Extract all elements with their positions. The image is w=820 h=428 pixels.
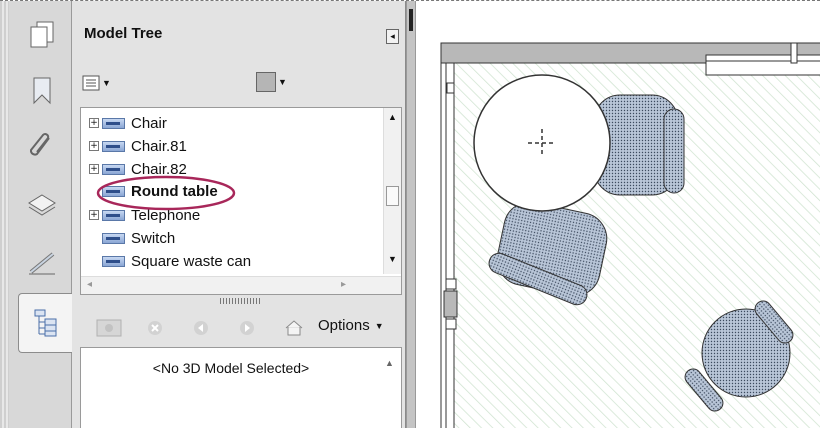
model-tree-icon[interactable]	[18, 293, 73, 353]
options-label: Options	[318, 317, 370, 334]
chevron-down-icon: ▼	[278, 77, 287, 87]
forward-icon[interactable]	[238, 319, 256, 337]
status-text: <No 3D Model Selected>	[152, 360, 310, 376]
navigation-rail	[0, 1, 73, 428]
tree-item-switch[interactable]: Switch	[102, 227, 175, 249]
pages-icon[interactable]	[20, 13, 64, 57]
tree-item-chair-81[interactable]: + Chair.81	[89, 135, 187, 157]
floor-plan-canvas[interactable]	[416, 1, 820, 428]
expand-icon[interactable]: +	[89, 141, 99, 151]
home-icon[interactable]	[284, 319, 304, 337]
tree-item-chair[interactable]: + Chair	[89, 112, 167, 134]
list-view-icon	[82, 75, 100, 91]
node-icon	[102, 255, 125, 267]
model-tree-list: + Chair + Chair.81 + Chair.82 Round tabl…	[80, 107, 402, 295]
tree-item-label: Chair.81	[131, 137, 187, 155]
color-swatch-icon	[256, 72, 276, 92]
tree-item-label: Chair	[131, 114, 167, 132]
scroll-left-icon[interactable]: ◂	[87, 279, 92, 290]
chevron-down-icon: ▼	[374, 320, 384, 331]
background-color-dropdown[interactable]: ▼	[256, 71, 290, 93]
scroll-up-icon[interactable]: ▲	[388, 112, 397, 122]
bookmark-icon[interactable]	[20, 69, 64, 113]
tree-item-label: Square waste can	[131, 252, 252, 270]
rail-grip[interactable]	[0, 1, 9, 428]
round-table-shape[interactable]	[473, 74, 611, 212]
node-icon	[102, 163, 125, 175]
scroll-up-icon[interactable]: ▲	[385, 358, 394, 368]
tree-horizontal-scrollbar[interactable]: ◂ ▸	[81, 276, 401, 294]
chevron-down-icon: ▼	[102, 78, 111, 88]
close-icon[interactable]	[146, 319, 164, 337]
collapse-panel-button[interactable]: ◂	[386, 29, 399, 44]
properties-box: <No 3D Model Selected> ▲	[80, 347, 402, 428]
pane-divider[interactable]	[406, 1, 416, 428]
view-options-dropdown[interactable]: ▼	[82, 73, 120, 93]
divider-knob	[409, 9, 413, 31]
back-icon[interactable]	[192, 319, 210, 337]
panel-title: Model Tree	[84, 25, 163, 42]
highlight-ring	[96, 175, 236, 211]
tree-vertical-scrollbar[interactable]: ▲ ▼	[383, 108, 401, 274]
node-icon	[102, 117, 125, 129]
options-menu-button[interactable]: Options ▼	[318, 317, 384, 334]
panel-splitter[interactable]	[220, 298, 260, 304]
tree-item-label: Switch	[131, 229, 176, 247]
app-window: Model Tree ◂ ▼ ▼ + Chair + Chair.81 + Ch…	[0, 0, 820, 428]
node-icon	[102, 232, 125, 244]
model-tree-panel: Model Tree ◂ ▼ ▼ + Chair + Chair.81 + Ch…	[72, 1, 406, 428]
signatures-icon[interactable]	[20, 241, 64, 285]
scroll-down-icon[interactable]: ▼	[388, 254, 397, 264]
layers-icon[interactable]	[20, 183, 64, 227]
tree-item-square-waste-can[interactable]: Square waste can	[102, 250, 251, 272]
node-icon	[102, 140, 125, 152]
attachment-icon[interactable]	[20, 125, 64, 169]
scroll-thumb[interactable]	[386, 186, 399, 206]
document-3d-view[interactable]	[416, 1, 820, 428]
expand-icon[interactable]: +	[89, 164, 99, 174]
scroll-right-icon[interactable]: ▸	[341, 279, 346, 290]
3d-view-icon[interactable]	[96, 319, 124, 337]
expand-icon[interactable]: +	[89, 118, 99, 128]
